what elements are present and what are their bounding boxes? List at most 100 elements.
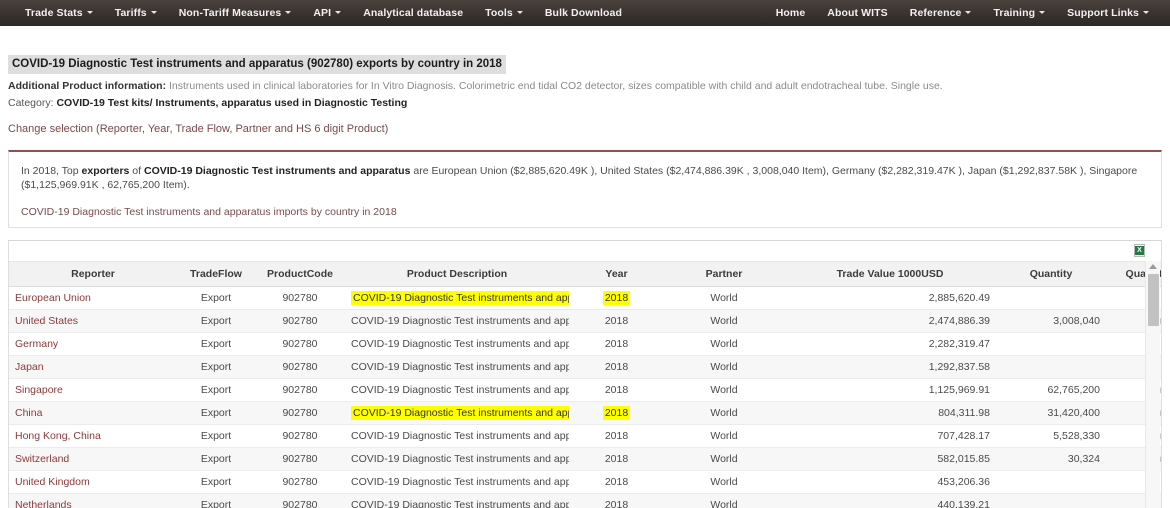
column-header-year[interactable]: Year [569, 261, 664, 287]
cell-partner: World [664, 424, 784, 448]
nav-item-about-wits[interactable]: About WITS [816, 0, 898, 26]
summary-text: In 2018, Top exporters of COVID-19 Diagn… [21, 164, 1149, 192]
cell-tradeflow: Export [177, 470, 255, 494]
table-row[interactable]: European Union Export 902780 COVID-19 Diagn… [9, 286, 1161, 310]
cell-partner: World [664, 332, 784, 356]
nav-item-training[interactable]: Training [982, 0, 1056, 26]
reporter-link[interactable]: Switzerland [15, 453, 69, 465]
reporter-link[interactable]: United States [15, 315, 78, 327]
cell-productcode: 902780 [255, 447, 345, 471]
nav-item-home[interactable]: Home [765, 0, 817, 26]
nav-item-reference[interactable]: Reference [899, 0, 983, 26]
nav-item-label: API [313, 7, 332, 19]
cell-description: COVID-19 Diagnostic Test instruments and… [345, 332, 569, 356]
reporter-link[interactable]: Hong Kong, China [15, 430, 101, 442]
cell-quantity [996, 493, 1106, 508]
nav-item-label: Bulk Download [544, 7, 623, 19]
cell-productcode: 902780 [255, 286, 345, 310]
table-row[interactable]: Germany Export 902780 COVID-19 Diagnostic T… [9, 332, 1161, 356]
cell-description: COVID-19 Diagnostic Test instruments and… [345, 493, 569, 508]
reporter-link[interactable]: Germany [15, 338, 58, 350]
column-header-description[interactable]: Product Description [345, 261, 569, 287]
column-header-trade-value[interactable]: Trade Value 1000USD [784, 261, 996, 287]
table-row[interactable]: Switzerland Export 902780 COVID-19 Diagnost… [9, 447, 1161, 471]
table-row[interactable]: United Kingdom Export 902780 COVID-19 Diagn… [9, 470, 1161, 494]
cell-trade-value: 440,139.21 [784, 493, 996, 508]
table-row[interactable]: Hong Kong, China Export 902780 COVID-19 Dia… [9, 424, 1161, 448]
reporter-link[interactable]: Japan [15, 361, 44, 373]
nav-item-label: Reference [909, 7, 962, 19]
cell-productcode: 902780 [255, 355, 345, 379]
reporter-link[interactable]: United Kingdom [15, 476, 90, 488]
reporter-link[interactable]: European Union [15, 292, 91, 304]
search-highlight: COVID-19 Diagnostic Test instruments and… [351, 291, 569, 305]
trade-data-table: Reporter TradeFlow ProductCode Product D… [9, 261, 1161, 508]
table-row[interactable]: China Export 902780 COVID-19 Diagnostic Tes… [9, 401, 1161, 425]
cell-productcode: 902780 [255, 332, 345, 356]
table-vertical-scrollbar[interactable] [1145, 261, 1160, 508]
cell-year: 2018 [569, 355, 664, 379]
cell-productcode: 902780 [255, 470, 345, 494]
imports-by-country-link[interactable]: COVID-19 Diagnostic Test instruments and… [21, 206, 397, 218]
cell-tradeflow: Export [177, 493, 255, 508]
page-content: COVID-19 Diagnostic Test instruments and… [0, 54, 1170, 508]
cell-productcode: 902780 [255, 401, 345, 425]
nav-item-label: Training [993, 7, 1036, 19]
nav-left-group: Trade Stats Tariffs Non-Tariff Measures API… [0, 0, 633, 26]
column-header-partner[interactable]: Partner [664, 261, 784, 287]
cell-partner: World [664, 401, 784, 425]
nav-item-analytical-database[interactable]: Analytical database [352, 0, 474, 26]
nav-item-bulk-download[interactable]: Bulk Download [534, 0, 633, 26]
cell-description: COVID-19 Diagnostic Test instruments and… [345, 378, 569, 402]
column-header-quantity[interactable]: Quantity [996, 261, 1106, 287]
cell-description: COVID-19 Diagnostic Test instruments and… [345, 424, 569, 448]
cell-partner: World [664, 378, 784, 402]
nav-item-label: Home [775, 7, 806, 19]
cell-year: 2018 [569, 493, 664, 508]
cell-trade-value: 2,474,886.39 [784, 309, 996, 333]
table-row[interactable]: United States Export 902780 COVID-19 Diagno… [9, 309, 1161, 333]
cell-reporter: United States [9, 309, 177, 333]
scroll-up-arrow-icon[interactable] [1149, 264, 1157, 269]
product-category: Category: COVID-19 Test kits/ Instrument… [8, 96, 1162, 110]
column-header-tradeflow[interactable]: TradeFlow [177, 261, 255, 287]
table-row[interactable]: Japan Export 902780 COVID-19 Diagnostic Tes… [9, 355, 1161, 379]
summary-panel: In 2018, Top exporters of COVID-19 Diagn… [8, 150, 1162, 228]
nav-item-trade-stats[interactable]: Trade Stats [14, 0, 104, 26]
column-header-reporter[interactable]: Reporter [9, 261, 177, 287]
change-selection-link[interactable]: Change selection (Reporter, Year, Trade … [8, 123, 388, 135]
cell-quantity: 62,765,200 [996, 378, 1106, 402]
nav-item-label: Tools [485, 7, 513, 19]
chevron-down-icon [965, 10, 972, 14]
chevron-down-icon [335, 10, 342, 14]
summary-prefix: In 2018, Top [21, 165, 82, 177]
nav-item-support-links[interactable]: Support Links [1056, 0, 1160, 26]
table-toolbar: X [9, 241, 1161, 261]
table-header-row: Reporter TradeFlow ProductCode Product D… [9, 261, 1161, 287]
table-body: European Union Export 902780 COVID-19 Diagn… [9, 286, 1161, 508]
results-table-panel: X Reporter TradeFlow ProductCode Product… [8, 240, 1162, 508]
scrollbar-thumb[interactable] [1148, 274, 1159, 326]
excel-export-icon[interactable]: X [1134, 244, 1147, 258]
table-row[interactable]: Singapore Export 902780 COVID-19 Diagnostic… [9, 378, 1161, 402]
cell-trade-value: 804,311.98 [784, 401, 996, 425]
table-row[interactable]: Netherlands Export 902780 COVID-19 Diagnost… [9, 493, 1161, 508]
cell-description: COVID-19 Diagnostic Test instruments and… [345, 401, 569, 425]
chevron-down-icon [86, 10, 93, 14]
reporter-link[interactable]: Netherlands [15, 499, 72, 508]
reporter-link[interactable]: Singapore [15, 384, 63, 396]
nav-item-tools[interactable]: Tools [474, 0, 534, 26]
table-scroll-area[interactable]: Reporter TradeFlow ProductCode Product D… [9, 261, 1161, 508]
nav-item-non-tariff-measures[interactable]: Non-Tariff Measures [168, 0, 303, 26]
nav-item-tariffs[interactable]: Tariffs [104, 0, 168, 26]
reporter-link[interactable]: China [15, 407, 42, 419]
column-header-productcode[interactable]: ProductCode [255, 261, 345, 287]
summary-bold-product: COVID-19 Diagnostic Test instruments and… [143, 165, 411, 177]
table-header: Reporter TradeFlow ProductCode Product D… [9, 261, 1161, 287]
nav-item-api[interactable]: API [302, 0, 352, 26]
cell-quantity: 30,324 [996, 447, 1106, 471]
cell-year: 2018 [569, 332, 664, 356]
search-highlight: 2018 [602, 406, 631, 420]
cell-year: 2018 [569, 378, 664, 402]
cell-trade-value: 1,292,837.58 [784, 355, 996, 379]
